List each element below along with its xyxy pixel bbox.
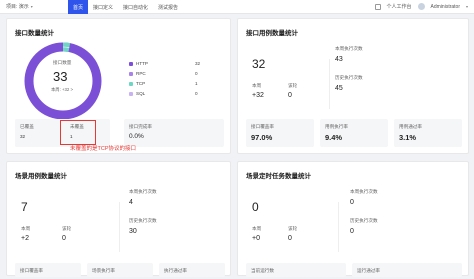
- case-count: 32: [252, 57, 266, 71]
- user-name[interactable]: Administrator: [431, 4, 460, 10]
- case-exec-rate-value: 9.4%: [325, 133, 343, 142]
- card-title: 接口用例数量统计: [246, 30, 298, 37]
- week-value: +0: [252, 235, 260, 242]
- legend-value: 1: [195, 81, 198, 86]
- api-count-card: 接口数量统计 接口数量 33 本周: +32 > HTTP 32 RPC 0 T…: [6, 18, 231, 154]
- review-label: 该轮: [288, 83, 298, 88]
- schedule-running-label: 当前运行数: [251, 268, 274, 273]
- history-value: 45: [335, 85, 343, 92]
- case-exec-rate-label: 用例执行率: [325, 124, 348, 129]
- exec-label: 本周执行次数: [350, 189, 378, 194]
- legend-item-sql: SQL: [129, 91, 145, 96]
- history-label: 历史执行次数: [335, 75, 363, 80]
- legend-swatch: [129, 91, 133, 96]
- scenario-case-card: 场景用例数量统计 7 本周 +2 该轮 0 本周执行次数 4 历史执行次数 30…: [6, 161, 231, 277]
- chevron-down-icon[interactable]: ▾: [466, 4, 468, 9]
- legend-label: HTTP: [136, 61, 148, 66]
- exec-label: 本周执行次数: [335, 46, 363, 51]
- legend-value: 0: [195, 71, 198, 76]
- card-title: 接口数量统计: [15, 30, 54, 37]
- exec-value: 43: [335, 56, 343, 63]
- legend-value: 32: [195, 61, 201, 66]
- legend-label: RPC: [136, 71, 146, 76]
- covered-value: 32: [20, 134, 26, 139]
- scenario-coverage-label: 接口覆盖率: [20, 268, 43, 273]
- scenario-count: 7: [21, 200, 28, 214]
- avatar[interactable]: [417, 3, 425, 10]
- exec-value: 0: [350, 199, 354, 206]
- review-label: 该轮: [288, 226, 298, 231]
- divider: [119, 202, 120, 252]
- workspace-icon[interactable]: [374, 3, 381, 10]
- divider: [329, 59, 330, 109]
- annotation-highlight-box: [60, 120, 96, 145]
- week-value: +32: [252, 92, 264, 99]
- review-value: 0: [62, 235, 66, 242]
- history-value: 0: [350, 228, 354, 235]
- case-coverage-label: 接口覆盖率: [251, 124, 274, 129]
- card-title: 场景定时任务数量统计: [246, 173, 311, 180]
- tab-test-report[interactable]: 测试报告: [153, 0, 183, 14]
- completion-label: 接口完成率: [129, 124, 152, 129]
- api-case-card: 接口用例数量统计 32 本周 +32 该轮 0 本周执行次数 43 历史执行次数…: [237, 18, 469, 154]
- review-value: 0: [288, 235, 292, 242]
- scenario-exec-rate-label: 场景执行率: [92, 268, 115, 273]
- legend-swatch: [129, 81, 133, 86]
- tab-home[interactable]: 首页: [68, 0, 89, 14]
- card-title: 场景用例数量统计: [15, 173, 67, 180]
- schedule-count: 0: [252, 200, 259, 214]
- schedule-pass-rate-label: 运行通过率: [357, 268, 380, 273]
- legend-swatch: [129, 61, 133, 66]
- donut-label: 接口数量: [53, 60, 72, 65]
- workspace-link[interactable]: 个人工作台: [387, 3, 412, 10]
- week-label: 本周: [252, 83, 262, 88]
- legend-value: 0: [195, 91, 198, 96]
- divider: [338, 202, 339, 252]
- chevron-down-icon: ▾: [30, 4, 33, 9]
- top-navigation-bar: 项目: 演示 ▾ 首页 接口定义 接口自动化 测试报告 个人工作台 Adminis…: [0, 0, 474, 14]
- legend-item-rpc: RPC: [129, 71, 146, 76]
- covered-label: 已覆盖: [20, 124, 34, 129]
- tab-api-definition[interactable]: 接口定义: [88, 0, 118, 14]
- review-label: 该轮: [62, 226, 72, 231]
- history-value: 30: [129, 228, 137, 235]
- legend-label: TCP: [136, 81, 146, 86]
- week-value: +2: [21, 235, 29, 242]
- tab-api-automation[interactable]: 接口自动化: [118, 0, 153, 14]
- case-pass-rate-value: 3.1%: [399, 133, 417, 142]
- top-right-area: 个人工作台 Administrator ▾: [374, 3, 468, 10]
- case-coverage-value: 97.0%: [251, 133, 273, 142]
- scenario-pass-rate-label: 执行通过率: [164, 268, 187, 273]
- completion-value: 0.0%: [129, 133, 144, 140]
- exec-label: 本周执行次数: [129, 189, 157, 194]
- project-selector[interactable]: 项目: 演示 ▾: [6, 3, 33, 10]
- history-label: 历史执行次数: [350, 218, 378, 223]
- exec-value: 4: [129, 199, 133, 206]
- annotation-text: 未覆盖的是TCP协议的接口: [70, 146, 137, 152]
- legend-label: SQL: [136, 91, 146, 96]
- donut-week-link[interactable]: 本周: +32 >: [51, 87, 73, 93]
- review-value: 0: [288, 92, 292, 99]
- legend-item-http: HTTP: [129, 61, 148, 66]
- project-selector-label: 项目: 演示: [6, 4, 29, 10]
- donut-total: 33: [53, 69, 68, 84]
- schedule-task-card: 场景定时任务数量统计 0 本周 +0 该轮 0 本周执行次数 0 历史执行次数 …: [237, 161, 469, 277]
- legend-item-tcp: TCP: [129, 81, 145, 86]
- legend-swatch: [129, 71, 133, 76]
- week-label: 本周: [252, 226, 262, 231]
- history-label: 历史执行次数: [129, 218, 157, 223]
- case-pass-rate-label: 用例通过率: [399, 124, 422, 129]
- main-tabs: 首页 接口定义 接口自动化 测试报告: [68, 0, 183, 14]
- week-label: 本周: [21, 226, 31, 231]
